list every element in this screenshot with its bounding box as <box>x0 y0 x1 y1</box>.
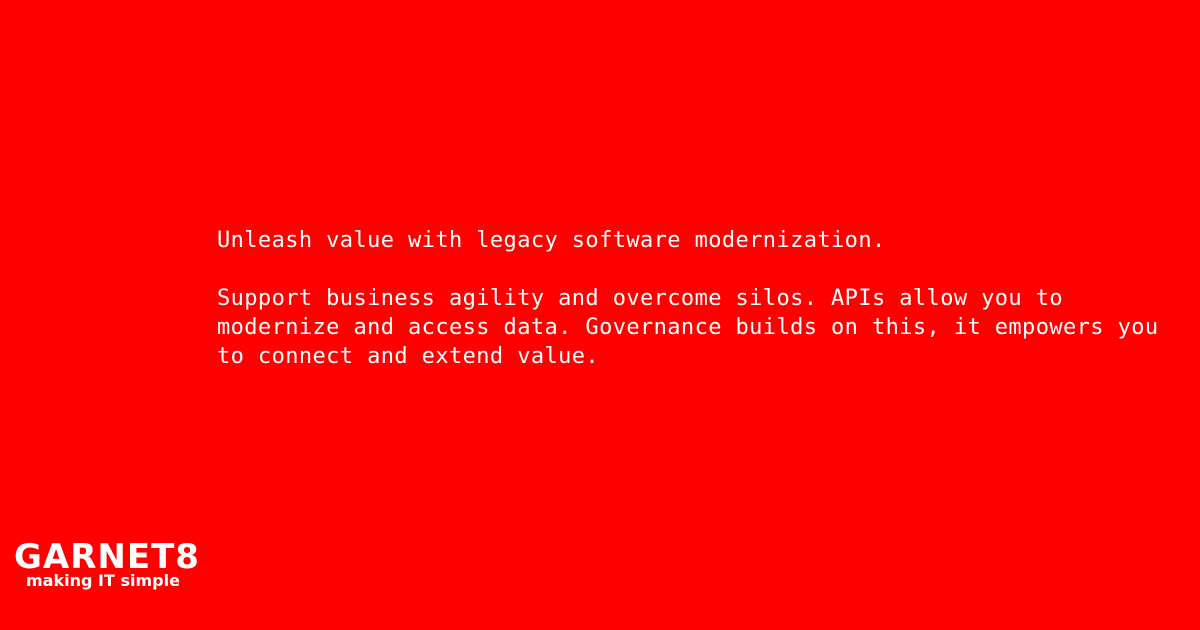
message-block: Unleash value with legacy software moder… <box>217 226 1177 371</box>
body-text: Support business agility and overcome si… <box>217 286 1159 369</box>
brand-logo: GARNET8 making IT simple <box>14 538 214 590</box>
banner-canvas: Unleash value with legacy software moder… <box>0 0 1200 630</box>
headline: Unleash value with legacy software moder… <box>217 228 886 253</box>
